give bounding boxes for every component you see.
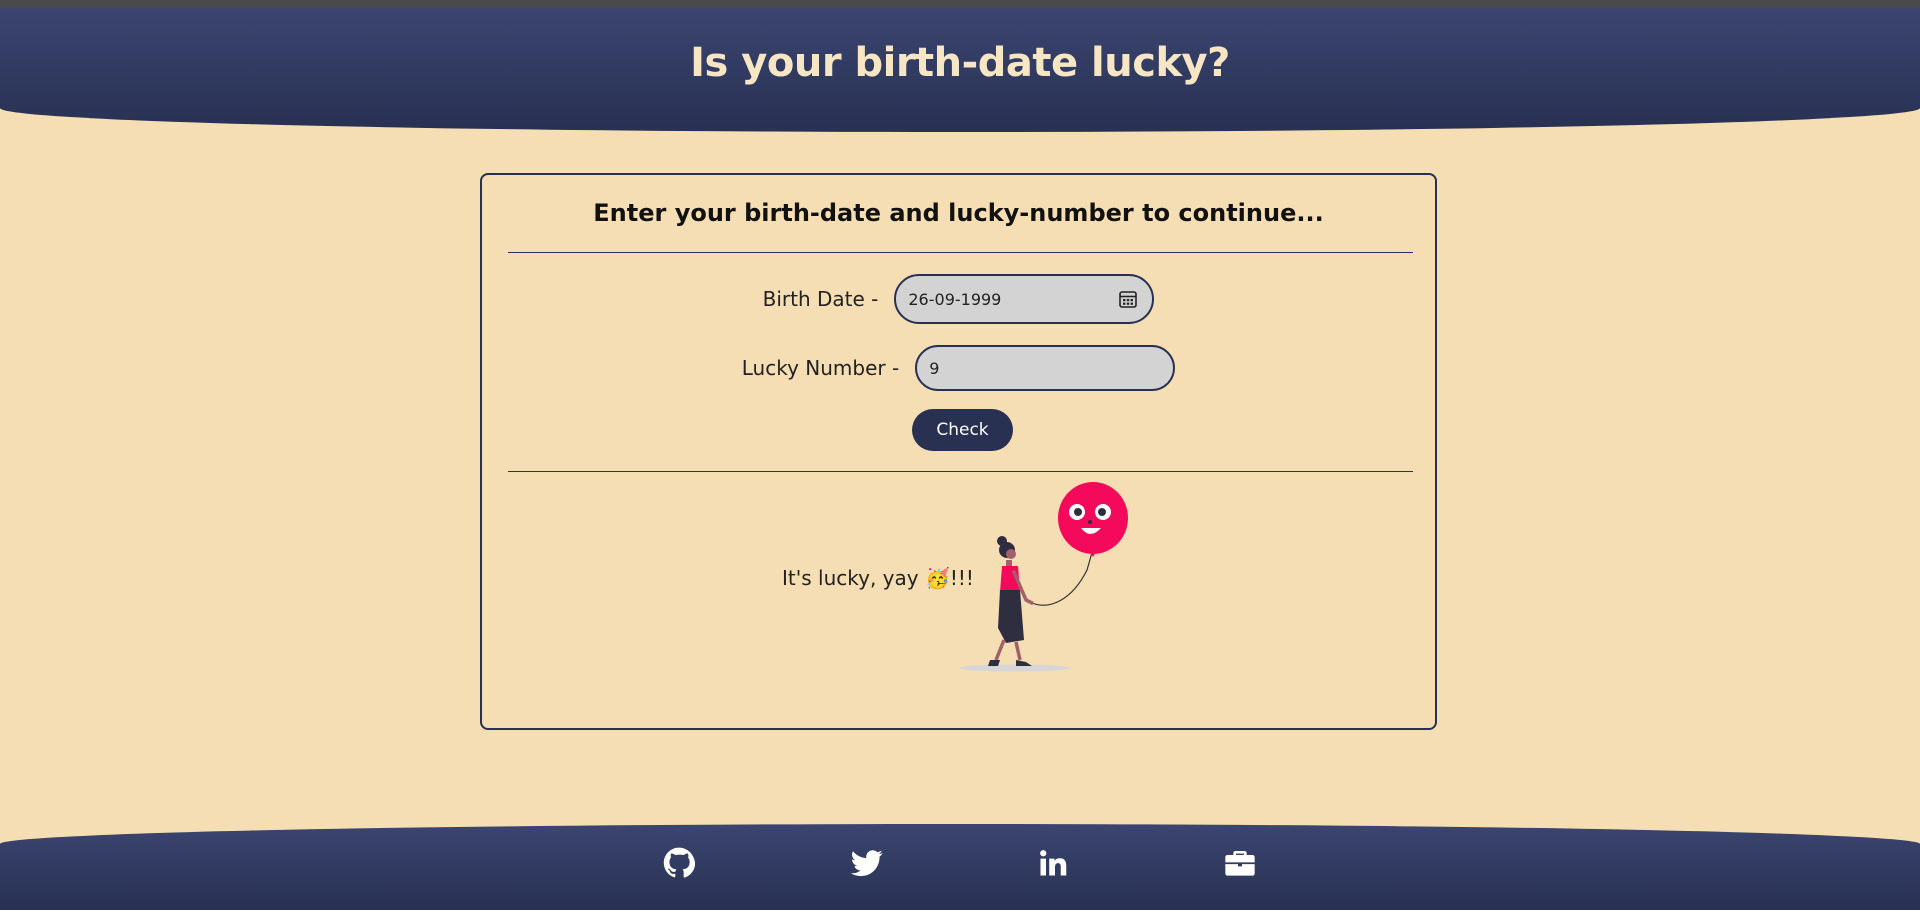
girl-with-balloon-illustration bbox=[960, 482, 1128, 672]
birth-date-input[interactable]: 26-09-1999 bbox=[894, 274, 1155, 324]
check-button[interactable]: Check bbox=[912, 409, 1013, 451]
linkedin-icon[interactable] bbox=[1035, 845, 1071, 881]
result-message: It's lucky, yay 🥳!!! bbox=[782, 566, 974, 590]
lucky-form-card: Enter your birth-date and lucky-number t… bbox=[480, 173, 1437, 730]
calendar-icon[interactable] bbox=[1118, 289, 1138, 309]
birth-date-label: Birth Date - bbox=[762, 287, 879, 311]
top-divider bbox=[508, 252, 1413, 253]
lucky-number-row: Lucky Number - 9 bbox=[482, 345, 1435, 391]
birth-date-value: 26-09-1999 bbox=[908, 289, 1002, 309]
lucky-number-label: Lucky Number - bbox=[741, 356, 900, 380]
birth-date-row: Birth Date - 26-09-1999 bbox=[482, 274, 1435, 324]
lucky-number-input[interactable]: 9 bbox=[915, 345, 1176, 391]
twitter-icon[interactable] bbox=[849, 845, 885, 881]
page-title: Is your birth-date lucky? bbox=[690, 40, 1230, 86]
browser-top-strip bbox=[0, 0, 1920, 8]
card-title: Enter your birth-date and lucky-number t… bbox=[593, 199, 1324, 227]
github-icon[interactable] bbox=[661, 845, 697, 881]
page-header: Is your birth-date lucky? bbox=[0, 8, 1920, 132]
briefcase-icon[interactable] bbox=[1222, 845, 1258, 881]
lucky-number-value: 9 bbox=[929, 358, 940, 378]
bottom-divider bbox=[508, 471, 1413, 472]
page-footer bbox=[0, 824, 1920, 910]
